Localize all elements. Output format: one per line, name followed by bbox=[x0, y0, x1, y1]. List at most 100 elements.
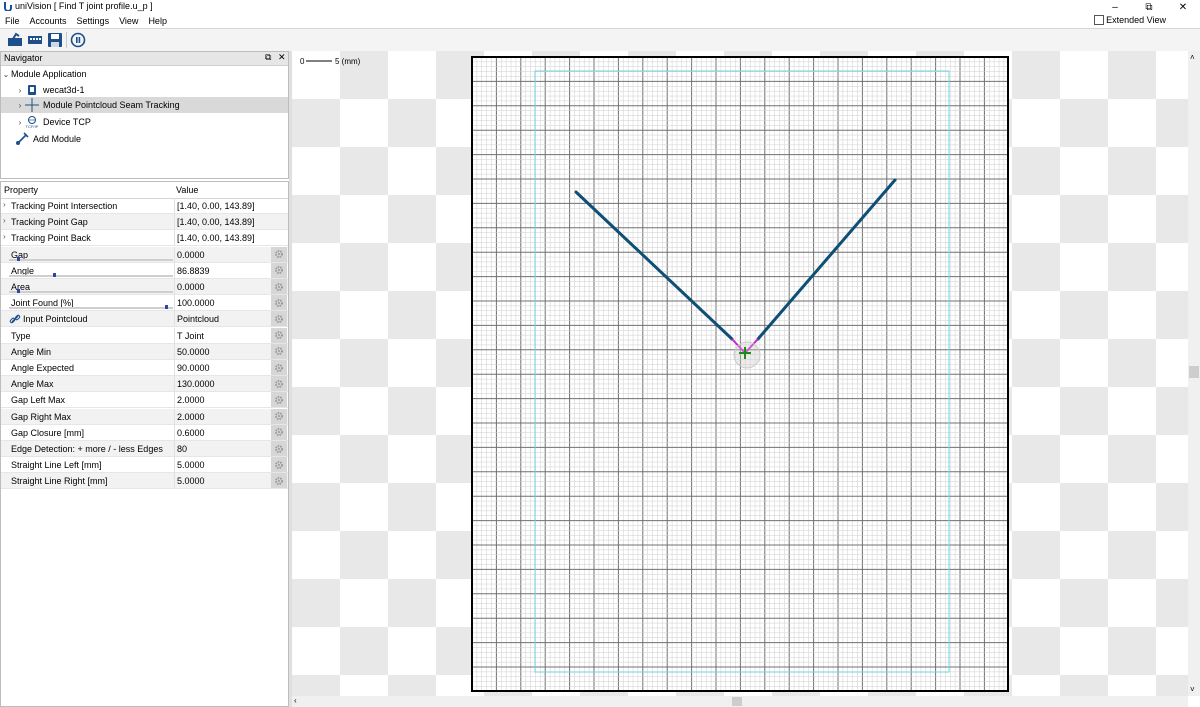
gear-icon[interactable] bbox=[271, 295, 287, 311]
scroll-left-icon[interactable]: ‹ bbox=[294, 696, 297, 705]
slider-thumb[interactable] bbox=[164, 305, 168, 310]
property-row[interactable]: Edge Detection: + more / - less Edges 80 bbox=[1, 441, 288, 457]
property-value[interactable]: 100.0000 bbox=[177, 298, 215, 308]
open-button[interactable] bbox=[6, 31, 24, 49]
add-module-button[interactable]: Add Module bbox=[1, 131, 288, 147]
property-value[interactable]: 0.0000 bbox=[177, 282, 205, 292]
close-window-button[interactable]: ✕ bbox=[1166, 0, 1200, 14]
expand-icon[interactable]: › bbox=[15, 118, 25, 127]
menu-accounts[interactable]: Accounts bbox=[25, 16, 72, 26]
menu-help[interactable]: Help bbox=[143, 16, 172, 26]
property-row[interactable]: › Tracking Point Intersection [1.40, 0.00,… bbox=[1, 198, 288, 214]
run-button[interactable] bbox=[69, 31, 87, 49]
property-row[interactable]: Angle 86.8839 bbox=[1, 262, 288, 279]
scroll-up-icon[interactable]: ˄ bbox=[1190, 53, 1195, 62]
property-value[interactable]: 0.6000 bbox=[177, 428, 205, 438]
restore-button[interactable]: ⧉ bbox=[1132, 0, 1166, 14]
property-value[interactable]: 5.0000 bbox=[177, 476, 205, 486]
scroll-down-icon[interactable]: ˅ bbox=[1190, 685, 1195, 694]
property-value[interactable]: 2.0000 bbox=[177, 395, 205, 405]
property-value[interactable]: Pointcloud bbox=[177, 314, 219, 324]
property-row[interactable]: › Tracking Point Gap [1.40, 0.00, 143.89] bbox=[1, 214, 288, 231]
gear-icon[interactable] bbox=[271, 343, 287, 359]
value-column-header: Value bbox=[176, 185, 199, 195]
property-value[interactable]: 86.8839 bbox=[177, 266, 210, 276]
extended-view-toggle[interactable]: Extended View bbox=[1094, 15, 1166, 25]
gear-icon[interactable] bbox=[271, 376, 287, 392]
property-value[interactable]: [1.40, 0.00, 143.89] bbox=[177, 217, 255, 227]
horizontal-scroll-thumb[interactable] bbox=[732, 697, 742, 706]
gear-icon[interactable] bbox=[271, 473, 287, 489]
slider-thumb[interactable] bbox=[17, 289, 21, 293]
tree-item-device-tcp[interactable]: › TCP/IP Device TCP bbox=[1, 114, 288, 130]
expand-icon[interactable]: › bbox=[3, 200, 6, 209]
property-row[interactable]: Input Pointcloud Pointcloud bbox=[1, 311, 288, 328]
collapse-icon[interactable]: ⌄ bbox=[1, 70, 11, 79]
menu-view[interactable]: View bbox=[114, 16, 143, 26]
property-row[interactable]: Straight Line Right [mm] 5.0000 bbox=[1, 473, 288, 490]
gear-icon[interactable] bbox=[271, 408, 287, 424]
expand-icon[interactable]: › bbox=[15, 101, 25, 110]
float-panel-icon[interactable]: ⧉ bbox=[265, 52, 271, 63]
property-slider[interactable] bbox=[9, 272, 173, 277]
property-row[interactable]: Gap 0.0000 bbox=[1, 246, 288, 263]
gear-icon[interactable] bbox=[271, 457, 287, 473]
gear-icon[interactable] bbox=[271, 262, 287, 278]
property-value[interactable]: 90.0000 bbox=[177, 363, 210, 373]
property-value[interactable]: 0.0000 bbox=[177, 250, 205, 260]
property-value[interactable]: 80 bbox=[177, 444, 187, 454]
expand-icon[interactable]: › bbox=[15, 86, 25, 95]
gear-icon[interactable] bbox=[271, 441, 287, 456]
property-row[interactable]: Joint Found [%] 100.0000 bbox=[1, 295, 288, 312]
property-row[interactable]: Angle Max 130.0000 bbox=[1, 376, 288, 393]
menu-file[interactable]: File bbox=[0, 16, 25, 26]
extended-view-checkbox[interactable] bbox=[1094, 15, 1105, 25]
menu-settings[interactable]: Settings bbox=[72, 16, 115, 26]
camera-button[interactable] bbox=[26, 31, 44, 49]
gear-icon[interactable] bbox=[271, 279, 287, 294]
tree-root-module-application[interactable]: ⌄ Module Application bbox=[1, 66, 288, 82]
gear-icon[interactable] bbox=[271, 327, 287, 343]
horizontal-scrollbar[interactable]: ‹ bbox=[292, 696, 1188, 707]
gear-icon[interactable] bbox=[271, 424, 287, 440]
column-divider bbox=[174, 360, 175, 375]
gear-icon[interactable] bbox=[271, 360, 287, 375]
expand-icon[interactable]: › bbox=[3, 232, 6, 241]
property-row[interactable]: Angle Min 50.0000 bbox=[1, 343, 288, 360]
viewer-canvas[interactable]: 0 5 (mm) bbox=[292, 51, 1188, 696]
property-value[interactable]: 50.0000 bbox=[177, 347, 210, 357]
property-row[interactable]: Area 0.0000 bbox=[1, 279, 288, 295]
property-value[interactable]: 130.0000 bbox=[177, 379, 215, 389]
vertical-scroll-thumb[interactable] bbox=[1189, 366, 1199, 378]
pointcloud-viewer[interactable]: 0 5 (mm) bbox=[292, 51, 1188, 696]
gear-icon[interactable] bbox=[271, 311, 287, 327]
property-row[interactable]: Gap Left Max 2.0000 bbox=[1, 392, 288, 409]
property-row[interactable]: Angle Expected 90.0000 bbox=[1, 360, 288, 376]
property-row[interactable]: Gap Right Max 2.0000 bbox=[1, 408, 288, 425]
close-panel-icon[interactable]: ✕ bbox=[278, 52, 286, 63]
gear-icon[interactable] bbox=[271, 392, 287, 408]
toolbar bbox=[0, 28, 1200, 52]
tree-item-wecat3d[interactable]: › wecat3d-1 bbox=[1, 82, 288, 98]
property-row[interactable]: › Tracking Point Back [1.40, 0.00, 143.89] bbox=[1, 230, 288, 247]
property-value[interactable]: 2.0000 bbox=[177, 412, 205, 422]
save-button[interactable] bbox=[46, 31, 64, 49]
property-row[interactable]: Type T Joint bbox=[1, 327, 288, 344]
property-value[interactable]: [1.40, 0.00, 143.89] bbox=[177, 233, 255, 243]
property-slider[interactable] bbox=[9, 289, 173, 293]
property-slider[interactable] bbox=[9, 305, 173, 310]
minimize-button[interactable]: – bbox=[1098, 0, 1132, 14]
tcp-ip-icon-text: TCP/IP bbox=[25, 123, 39, 129]
property-row[interactable]: Gap Closure [mm] 0.6000 bbox=[1, 424, 288, 441]
tree-item-pointcloud-seam-tracking[interactable]: › Module Pointcloud Seam Tracking bbox=[1, 97, 288, 113]
slider-thumb[interactable] bbox=[17, 256, 21, 261]
property-value[interactable]: [1.40, 0.00, 143.89] bbox=[177, 201, 255, 211]
property-value[interactable]: 5.0000 bbox=[177, 460, 205, 470]
vertical-scrollbar[interactable]: ˄ ˅ bbox=[1188, 51, 1200, 696]
property-row[interactable]: Straight Line Left [mm] 5.0000 bbox=[1, 457, 288, 474]
property-value[interactable]: T Joint bbox=[177, 331, 204, 341]
slider-thumb[interactable] bbox=[53, 272, 57, 277]
gear-icon[interactable] bbox=[271, 246, 287, 262]
property-slider[interactable] bbox=[9, 256, 173, 261]
expand-icon[interactable]: › bbox=[3, 216, 6, 225]
